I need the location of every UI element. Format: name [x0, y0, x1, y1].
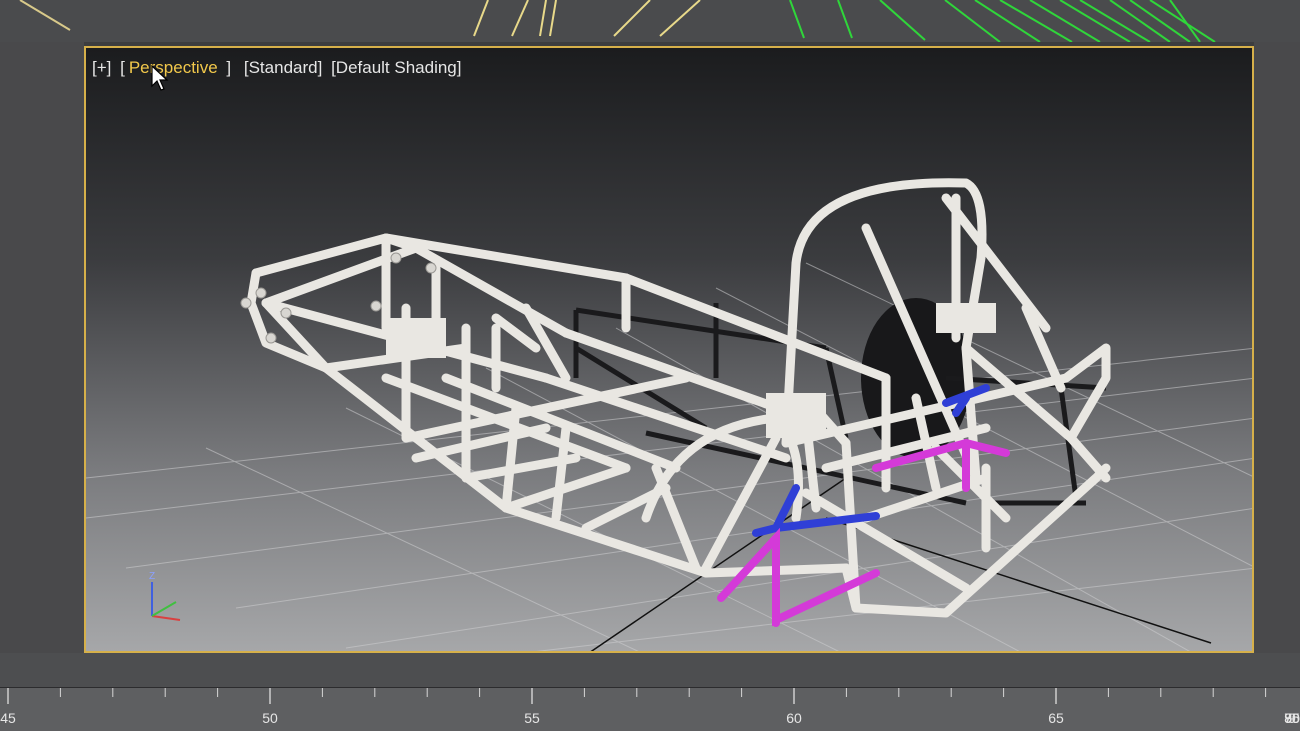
bottom-viewport-gutter: [0, 653, 1300, 687]
timeline-tick-label: 60: [786, 710, 802, 726]
tube-frame: [246, 178, 1111, 618]
viewport-view-label: Perspective: [128, 58, 218, 77]
axis-z-label: Z: [149, 571, 155, 582]
perspective-viewport[interactable]: [+] [Perspective ] [Standard] [Default S…: [84, 46, 1254, 653]
timeline-tick-marks: [7, 688, 1267, 704]
mouse-cursor-icon: [151, 64, 169, 91]
viewport-label-bar: [+] [Perspective ] [Standard] [Default S…: [92, 58, 465, 78]
viewport-plus-menu[interactable]: [+]: [92, 58, 111, 77]
chassis-scene: [86, 178, 1252, 651]
timeline-tick-label: 50: [262, 710, 278, 726]
viewport-shading-mode-menu[interactable]: [Default Shading]: [331, 58, 461, 77]
timeline-tick-label: 45: [0, 710, 16, 726]
viewport-view-menu[interactable]: [Perspective ]: [120, 58, 235, 77]
3d-app-window: [+] [Perspective ] [Standard] [Default S…: [0, 0, 1300, 731]
top-viewport[interactable]: [0, 0, 1300, 42]
axis-gizmo-icon: Z: [149, 571, 181, 621]
timeline-tick-label: 55: [524, 710, 540, 726]
top-viewport-wireframe: [19, 0, 1216, 42]
right-viewport-gutter: [1254, 42, 1300, 654]
timeline-ruler[interactable]: 45 50 55 60 65 70 75 80 85 90 9: [0, 687, 1300, 731]
timeline-tick-label: 9: [1288, 710, 1296, 726]
viewport-shading-style-menu[interactable]: [Standard]: [244, 58, 322, 77]
timeline-tick-label: 65: [1048, 710, 1064, 726]
left-viewport-gutter: [0, 42, 84, 654]
